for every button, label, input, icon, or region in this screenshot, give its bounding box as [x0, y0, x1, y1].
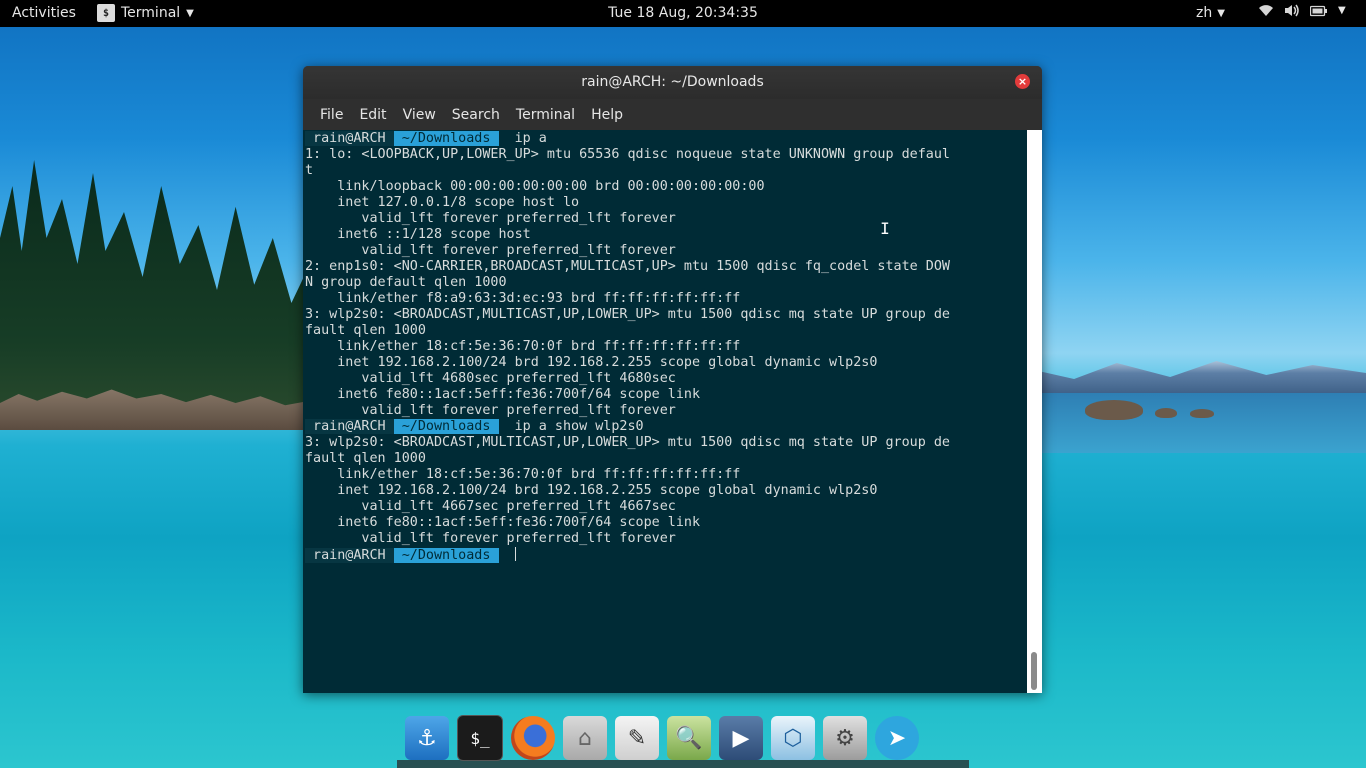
scrollbar-thumb[interactable]	[1031, 652, 1037, 690]
prompt-line: rain@ARCH ~/Downloads ip a show wlp2s0	[305, 419, 950, 435]
prompt-path: ~/Downloads	[393, 548, 499, 563]
output-line: inet6 ::1/128 scope host	[305, 227, 531, 242]
command-text	[507, 548, 515, 563]
wifi-icon	[1259, 5, 1273, 16]
output-line: fault qlen 1000	[305, 451, 426, 466]
output-line: valid_lft forever preferred_lft forever	[305, 211, 676, 226]
menu-bar: File Edit View Search Terminal Help	[303, 99, 1042, 130]
menu-item-file[interactable]: File	[312, 107, 351, 123]
menu-item-edit[interactable]: Edit	[351, 107, 394, 123]
window-titlebar[interactable]: rain@ARCH: ~/Downloads ×	[303, 66, 1042, 99]
system-status-menu[interactable]: ▼	[1258, 4, 1346, 17]
video-player-app-icon[interactable]: ▶	[719, 716, 763, 760]
app-menu-label: Terminal	[121, 5, 181, 21]
prompt-arrow-icon	[499, 548, 507, 563]
output-line: valid_lft forever preferred_lft forever	[305, 403, 676, 418]
wallpaper-rock	[1085, 400, 1143, 420]
wallpaper-trees	[0, 160, 310, 420]
close-icon: ×	[1017, 75, 1028, 88]
terminal-output[interactable]: rain@ARCH ~/Downloads ip a 1: lo: <LOOPBA…	[303, 130, 1027, 693]
command-text: ip a	[506, 131, 547, 146]
prompt-line: rain@ARCH ~/Downloads ip a	[305, 131, 950, 147]
output-line: fault qlen 1000	[305, 323, 426, 338]
output-line: valid_lft forever preferred_lft forever	[305, 243, 676, 258]
output-line: link/ether 18:cf:5e:36:70:0f brd ff:ff:f…	[305, 339, 741, 354]
image-viewer-app-icon[interactable]: 🔍	[667, 716, 711, 760]
scrollbar[interactable]	[1027, 130, 1042, 693]
text-editor-app-icon[interactable]: ✎	[615, 716, 659, 760]
clock[interactable]: Tue 18 Aug, 20:34:35	[608, 5, 758, 21]
output-line: inet 192.168.2.100/24 brd 192.168.2.255 …	[305, 483, 878, 498]
output-line: inet 192.168.2.100/24 brd 192.168.2.255 …	[305, 355, 878, 370]
menu-item-terminal[interactable]: Terminal	[508, 107, 583, 123]
telegram-app-icon[interactable]: ➤	[875, 716, 919, 760]
prompt-arrow-icon	[499, 419, 507, 434]
output-line: link/ether f8:a9:63:3d:ec:93 brd ff:ff:f…	[305, 291, 741, 306]
output-line: valid_lft 4667sec preferred_lft 4667sec	[305, 499, 676, 514]
prompt-user: rain@ARCH	[305, 548, 394, 563]
output-line: link/ether 18:cf:5e:36:70:0f brd ff:ff:f…	[305, 467, 741, 482]
command-text: ip a show wlp2s0	[506, 419, 644, 434]
prompt-path: ~/Downloads	[393, 419, 499, 434]
prompt-path: ~/Downloads	[393, 131, 499, 146]
wallpaper-lake	[1010, 393, 1366, 453]
output-line: 1: lo: <LOOPBACK,UP,LOWER_UP> mtu 65536 …	[305, 147, 950, 162]
menu-item-view[interactable]: View	[395, 107, 444, 123]
dock: ⚓ $_ ⌂ ✎ 🔍 ▶ ⬡ ⚙ ➤	[397, 708, 977, 768]
window-title: rain@ARCH: ~/Downloads	[581, 74, 764, 90]
chevron-down-icon: ▼	[186, 7, 194, 19]
chevron-down-icon: ▼	[1338, 5, 1346, 16]
output-line: inet 127.0.0.1/8 scope host lo	[305, 195, 580, 210]
anchor-app-icon[interactable]: ⚓	[405, 716, 449, 760]
input-method-menu[interactable]: zh ▼	[1196, 5, 1225, 21]
output-line: 2: enp1s0: <NO-CARRIER,BROADCAST,MULTICA…	[305, 259, 950, 274]
terminal-app-icon[interactable]: $_	[457, 715, 503, 761]
chevron-down-icon: ▼	[1217, 7, 1225, 19]
system-tools-app-icon[interactable]: ⚙	[823, 716, 867, 760]
prompt-user: rain@ARCH	[305, 419, 394, 434]
output-line: 3: wlp2s0: <BROADCAST,MULTICAST,UP,LOWER…	[305, 307, 950, 322]
output-line: link/loopback 00:00:00:00:00:00 brd 00:0…	[305, 179, 765, 194]
terminal-cursor	[514, 547, 516, 561]
output-line: 3: wlp2s0: <BROADCAST,MULTICAST,UP,LOWER…	[305, 435, 950, 450]
prompt-user: rain@ARCH	[305, 131, 394, 146]
output-line: inet6 fe80::1acf:5eff:fe36:700f/64 scope…	[305, 387, 701, 402]
terminal-icon: $	[97, 4, 115, 22]
files-app-icon[interactable]: ⌂	[563, 716, 607, 760]
prompt-arrow-icon	[499, 131, 507, 146]
app-menu-button[interactable]: $ Terminal ▼	[97, 4, 194, 22]
output-line: inet6 fe80::1acf:5eff:fe36:700f/64 scope…	[305, 515, 701, 530]
menu-item-help[interactable]: Help	[583, 107, 631, 123]
text-cursor-icon: I	[880, 219, 890, 238]
firefox-app-icon[interactable]	[511, 716, 555, 760]
close-button[interactable]: ×	[1015, 74, 1030, 89]
output-line: valid_lft forever preferred_lft forever	[305, 531, 676, 546]
activities-button[interactable]: Activities	[12, 5, 76, 21]
wallpaper-mountains	[1010, 361, 1366, 395]
wallpaper-rock	[1190, 409, 1214, 418]
output-line: valid_lft 4680sec preferred_lft 4680sec	[305, 371, 676, 386]
output-line: N group default qlen 1000	[305, 275, 507, 290]
prompt-line: rain@ARCH ~/Downloads	[305, 547, 950, 563]
input-lang-label: zh	[1196, 5, 1213, 21]
top-panel: Activities $ Terminal ▼ Tue 18 Aug, 20:3…	[0, 0, 1366, 27]
battery-icon	[1310, 5, 1327, 16]
volume-icon	[1285, 4, 1299, 17]
menu-item-search[interactable]: Search	[444, 107, 508, 123]
virtualbox-app-icon[interactable]: ⬡	[771, 716, 815, 760]
wallpaper-rock	[1155, 408, 1177, 418]
terminal-window: rain@ARCH: ~/Downloads × File Edit View Sea…	[303, 66, 1042, 693]
output-line: t	[305, 163, 314, 178]
